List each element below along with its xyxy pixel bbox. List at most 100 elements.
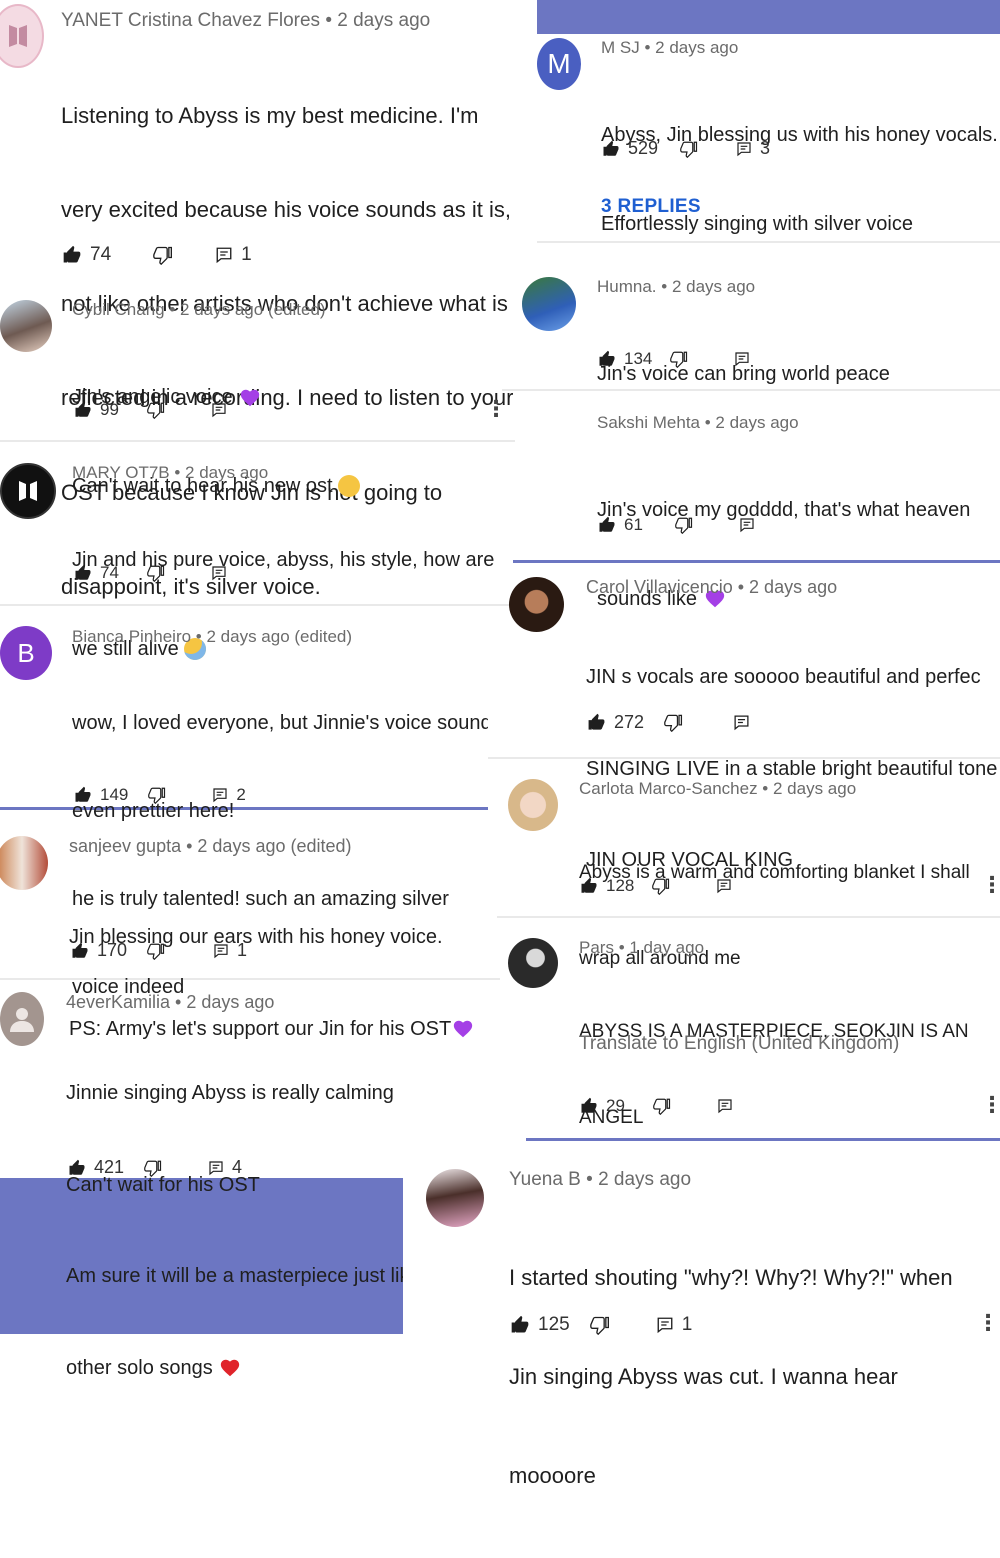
comment-meta: YANET Cristina Chavez Flores • 2 days ag… <box>61 10 430 32</box>
reply-icon <box>717 1098 733 1114</box>
timestamp: 2 days ago (edited) <box>197 836 352 856</box>
author-name[interactable]: M SJ <box>601 38 640 57</box>
reply-button[interactable]: 2 <box>212 785 246 805</box>
reply-button[interactable] <box>717 1098 733 1114</box>
separator: • <box>700 413 716 432</box>
avatar[interactable]: B <box>0 626 52 680</box>
thumbs-down-icon <box>148 786 166 804</box>
like-button[interactable]: 99 <box>74 400 119 420</box>
author-name[interactable]: YANET Cristina Chavez Flores <box>61 10 320 31</box>
author-name[interactable]: 4everKamilia <box>66 992 170 1012</box>
timestamp: 2 days ago <box>598 1169 692 1190</box>
timestamp: 2 days ago (edited) <box>206 627 353 646</box>
thumbs-down-icon <box>653 1097 671 1115</box>
dislike-button[interactable] <box>652 877 670 895</box>
author-name[interactable]: MARY OT7B <box>72 463 170 482</box>
thumbs-down-icon <box>147 564 165 582</box>
author-name[interactable]: Pars <box>579 938 614 957</box>
author-name[interactable]: Bianca Pinheiro <box>72 627 191 646</box>
avatar[interactable]: M <box>537 38 581 90</box>
timestamp: 1 day ago <box>629 938 705 957</box>
author-name[interactable]: Humna. <box>597 277 657 296</box>
avatar[interactable] <box>0 463 56 519</box>
author-name[interactable]: Carlota Marco-Sanchez <box>579 779 758 798</box>
dislike-button[interactable] <box>680 140 698 158</box>
dislike-button[interactable] <box>675 516 693 534</box>
dislike-button[interactable] <box>590 1315 610 1335</box>
author-name[interactable]: Cybil Chang <box>72 300 165 319</box>
comment-text: Jinnie singing Abyss is really calming C… <box>66 1017 452 1444</box>
like-button[interactable]: 29 <box>580 1096 625 1116</box>
like-button[interactable]: 272 <box>587 712 644 733</box>
avatar[interactable] <box>0 300 52 352</box>
like-button[interactable]: 61 <box>598 515 643 535</box>
comment-actions: 149 2 <box>74 785 246 805</box>
comment-actions: 125 1 <box>510 1314 692 1336</box>
dislike-button[interactable] <box>153 245 173 265</box>
translate-link[interactable]: Translate to English (United Kingdom) <box>579 1033 899 1055</box>
reply-button[interactable] <box>211 402 227 418</box>
thumbs-up-icon <box>598 350 616 368</box>
like-button[interactable]: 74 <box>74 563 119 583</box>
dislike-button[interactable] <box>664 713 683 732</box>
author-name[interactable]: Yuena B <box>509 1169 581 1190</box>
like-button[interactable]: 529 <box>602 138 658 159</box>
reply-button[interactable]: 3 <box>736 138 770 159</box>
thumbs-up-icon <box>74 401 92 419</box>
more-vert-icon[interactable]: ⋮ <box>977 1310 999 1336</box>
reply-button[interactable] <box>739 517 755 533</box>
thumbs-down-icon <box>652 877 670 895</box>
like-count: 99 <box>100 400 119 419</box>
avatar[interactable] <box>0 992 44 1046</box>
reply-count: 3 <box>760 138 771 158</box>
dislike-button[interactable] <box>653 1097 671 1115</box>
dislike-button[interactable] <box>148 786 166 804</box>
like-button[interactable]: 74 <box>62 244 111 266</box>
avatar[interactable] <box>0 4 44 68</box>
reply-button[interactable] <box>211 565 227 581</box>
separator: • <box>191 627 207 646</box>
avatar[interactable] <box>0 836 48 890</box>
like-count: 128 <box>606 876 635 895</box>
author-name[interactable]: sanjeev gupta <box>69 836 181 856</box>
reply-button[interactable]: 1 <box>215 244 252 266</box>
comment-meta: Humna. • 2 days ago <box>597 277 755 297</box>
dislike-button[interactable] <box>670 350 688 368</box>
like-button[interactable]: 128 <box>580 876 634 896</box>
avatar[interactable] <box>509 577 564 632</box>
reply-button[interactable] <box>733 714 750 731</box>
dislike-button[interactable] <box>147 942 165 960</box>
reply-button[interactable]: 1 <box>656 1314 692 1336</box>
thumbs-up-icon <box>74 564 92 582</box>
like-button[interactable]: 421 <box>68 1157 124 1178</box>
like-button[interactable]: 134 <box>598 349 652 369</box>
like-button[interactable]: 149 <box>74 785 128 805</box>
like-button[interactable]: 170 <box>71 940 127 961</box>
timestamp: 2 days ago <box>749 577 838 597</box>
dislike-button[interactable] <box>144 1159 162 1177</box>
author-name[interactable]: Carol Villavicencio <box>586 577 733 597</box>
dislike-button[interactable] <box>147 401 165 419</box>
avatar[interactable] <box>426 1169 484 1227</box>
purple-banner-top <box>537 0 1000 34</box>
reply-count: 1 <box>241 244 252 265</box>
reply-button[interactable]: 4 <box>208 1157 242 1178</box>
avatar[interactable] <box>508 938 558 988</box>
comment-meta: Carlota Marco-Sanchez • 2 days ago <box>579 779 856 799</box>
more-vert-icon[interactable]: ⋮ <box>981 872 1000 898</box>
author-name[interactable]: Sakshi Mehta <box>597 413 700 432</box>
dislike-button[interactable] <box>147 564 165 582</box>
comment-line: Jinnie singing Abyss is really calming <box>66 1082 394 1104</box>
default-user-icon <box>10 1008 34 1032</box>
like-button[interactable]: 125 <box>510 1314 570 1336</box>
reply-button[interactable] <box>716 878 732 894</box>
reply-button[interactable]: 1 <box>213 940 247 961</box>
more-vert-icon[interactable]: ⋮ <box>981 1092 1000 1118</box>
more-vert-icon[interactable]: ⋮ <box>485 396 507 422</box>
view-replies-link[interactable]: 3 REPLIES <box>601 196 701 218</box>
reply-button[interactable] <box>734 351 750 367</box>
avatar[interactable] <box>522 277 576 331</box>
avatar[interactable] <box>508 779 558 831</box>
comment-actions: 421 4 <box>68 1157 242 1178</box>
reply-icon <box>739 517 755 533</box>
